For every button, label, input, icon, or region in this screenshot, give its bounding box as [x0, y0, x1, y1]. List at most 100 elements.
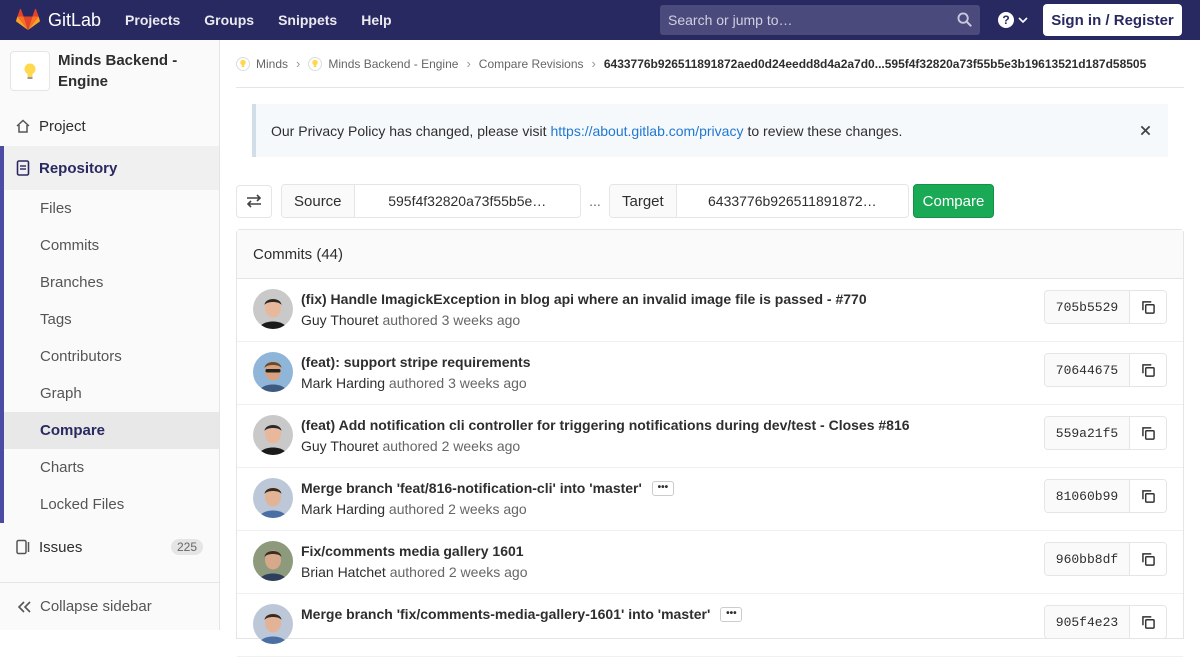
nav-groups[interactable]: Groups [204, 12, 254, 28]
sidebar-item-issues[interactable]: Issues 225 [0, 527, 219, 567]
commit-sha[interactable]: 960bb8df [1045, 543, 1130, 575]
commit-sha[interactable]: 905f4e23 [1045, 606, 1130, 638]
copy-sha-button[interactable] [1130, 417, 1166, 449]
sidebar-repository-section: Repository Files Commits Branches Tags Contr… [0, 146, 219, 523]
commit-sha[interactable]: 559a21f5 [1045, 417, 1130, 449]
document-icon [15, 160, 31, 176]
help-dropdown[interactable]: ? [998, 12, 1029, 28]
search-icon[interactable] [957, 12, 972, 27]
sidebar-item-tags[interactable]: Tags [4, 301, 219, 338]
search-input[interactable] [668, 12, 948, 28]
compare-button[interactable]: Compare [913, 184, 994, 218]
sidebar-item-label: Issues [39, 538, 83, 556]
commits-header: Commits (44) [237, 230, 1183, 279]
source-label: Source [282, 185, 355, 217]
sidebar-item-files[interactable]: Files [4, 190, 219, 227]
commit-author[interactable]: Guy Thouret [301, 438, 379, 454]
avatar[interactable] [253, 541, 293, 581]
breadcrumb-compare[interactable]: Compare Revisions [479, 57, 584, 71]
compare-bar: Source 595f4f32820a73f55b5e… ... Target … [236, 184, 994, 218]
search-box[interactable] [660, 5, 980, 35]
avatar[interactable] [253, 352, 293, 392]
sidebar-item-branches[interactable]: Branches [4, 264, 219, 301]
commit-sha-group: 705b5529 [1044, 290, 1167, 324]
copy-sha-button[interactable] [1130, 543, 1166, 575]
commit-sha-group: 81060b99 [1044, 479, 1167, 513]
commit-sha[interactable]: 70644675 [1045, 354, 1130, 386]
copy-sha-button[interactable] [1130, 354, 1166, 386]
copy-sha-button[interactable] [1130, 606, 1166, 638]
commit-author[interactable]: Mark Harding [301, 375, 385, 391]
target-label: Target [610, 185, 677, 217]
home-icon [15, 118, 31, 134]
commit-author[interactable]: Mark Harding [301, 501, 385, 517]
commit-sha[interactable]: 81060b99 [1045, 480, 1130, 512]
sidebar-project-header[interactable]: Minds Backend - Engine [0, 40, 219, 106]
avatar[interactable] [253, 478, 293, 518]
gitlab-logo-icon [16, 9, 40, 30]
commit-title-row: (feat): support stripe requirements [301, 354, 530, 370]
expand-message-button[interactable]: ••• [651, 480, 674, 496]
copy-sha-button[interactable] [1130, 291, 1166, 323]
sidebar: Minds Backend - Engine Project Repositor… [0, 40, 220, 630]
breadcrumb-current[interactable]: 6433776b926511891872aed0d24eedd8d4a2a7d0… [604, 57, 1146, 71]
source-revision-group: Source 595f4f32820a73f55b5e… [281, 184, 581, 218]
commit-title[interactable]: (fix) Handle ImagickException in blog ap… [301, 291, 867, 307]
commit-meta: Guy Thouret authored 3 weeks ago [301, 312, 520, 328]
compare-ellipsis: ... [589, 193, 601, 209]
top-navbar: GitLab Projects Groups Snippets Help ? S… [0, 0, 1200, 40]
gitlab-home-link[interactable]: GitLab [16, 9, 101, 31]
commit-time: authored 2 weeks ago [388, 501, 527, 517]
breadcrumb-separator: › [466, 56, 471, 71]
expand-message-button[interactable]: ••• [720, 606, 743, 622]
sidebar-item-project[interactable]: Project [0, 106, 219, 146]
nav-snippets[interactable]: Snippets [278, 12, 337, 28]
collapse-sidebar-button[interactable]: Collapse sidebar [0, 582, 219, 630]
commit-title[interactable]: Merge branch 'feat/816-notification-cli'… [301, 480, 642, 496]
commit-title[interactable]: Fix/comments media gallery 1601 [301, 543, 524, 559]
repository-submenu: Files Commits Branches Tags Contributors Grap… [4, 190, 219, 523]
target-revision-dropdown[interactable]: 6433776b926511891872… [676, 185, 908, 217]
project-name: Minds Backend - Engine [58, 52, 178, 90]
commit-title[interactable]: (feat): support stripe requirements [301, 354, 530, 370]
sidebar-item-compare[interactable]: Compare [4, 412, 219, 449]
sidebar-item-graph[interactable]: Graph [4, 375, 219, 412]
breadcrumb-separator: › [591, 56, 596, 71]
privacy-alert: Our Privacy Policy has changed, please v… [252, 104, 1168, 157]
avatar[interactable] [253, 415, 293, 455]
copy-icon [1141, 615, 1155, 629]
sidebar-item-contributors[interactable]: Contributors [4, 338, 219, 375]
breadcrumb-minds[interactable]: Minds [236, 56, 289, 71]
privacy-link[interactable]: https://about.gitlab.com/privacy [550, 123, 743, 139]
copy-icon [1141, 426, 1155, 440]
close-icon[interactable] [1140, 125, 1151, 136]
project-avatar [10, 51, 50, 91]
nav-help[interactable]: Help [361, 12, 391, 28]
commit-time: authored 3 weeks ago [388, 375, 527, 391]
commit-meta: Brian Hatchet authored 2 weeks ago [301, 564, 527, 580]
commit-author[interactable]: Brian Hatchet [301, 564, 386, 580]
commit-title-row: (fix) Handle ImagickException in blog ap… [301, 291, 867, 307]
sidebar-item-locked-files[interactable]: Locked Files [4, 486, 219, 523]
commit-title[interactable]: (feat) Add notification cli controller f… [301, 417, 910, 433]
breadcrumb-label: Minds [256, 56, 289, 71]
commit-title[interactable]: Merge branch 'fix/comments-media-gallery… [301, 606, 710, 622]
copy-sha-button[interactable] [1130, 480, 1166, 512]
sidebar-item-label: Repository [39, 159, 118, 177]
sidebar-item-charts[interactable]: Charts [4, 449, 219, 486]
breadcrumb-separator: › [296, 56, 301, 71]
sidebar-item-repository[interactable]: Repository [4, 146, 219, 190]
avatar[interactable] [253, 604, 293, 644]
nav-projects[interactable]: Projects [125, 12, 180, 28]
breadcrumb-project[interactable]: Minds Backend - Engine [308, 56, 458, 71]
commits-panel: Commits (44) (fix) Handle ImagickExcepti… [236, 229, 1184, 657]
avatar[interactable] [253, 289, 293, 329]
commit-row: Merge branch 'feat/816-notification-cli'… [237, 468, 1183, 531]
commit-row: (feat): support stripe requirements Mark … [237, 342, 1183, 405]
commit-sha[interactable]: 705b5529 [1045, 291, 1130, 323]
swap-revisions-button[interactable] [236, 184, 272, 218]
source-revision-dropdown[interactable]: 595f4f32820a73f55b5e… [354, 185, 580, 217]
sidebar-item-commits[interactable]: Commits [4, 227, 219, 264]
sign-in-button[interactable]: Sign in / Register [1043, 4, 1182, 36]
commit-author[interactable]: Guy Thouret [301, 312, 379, 328]
